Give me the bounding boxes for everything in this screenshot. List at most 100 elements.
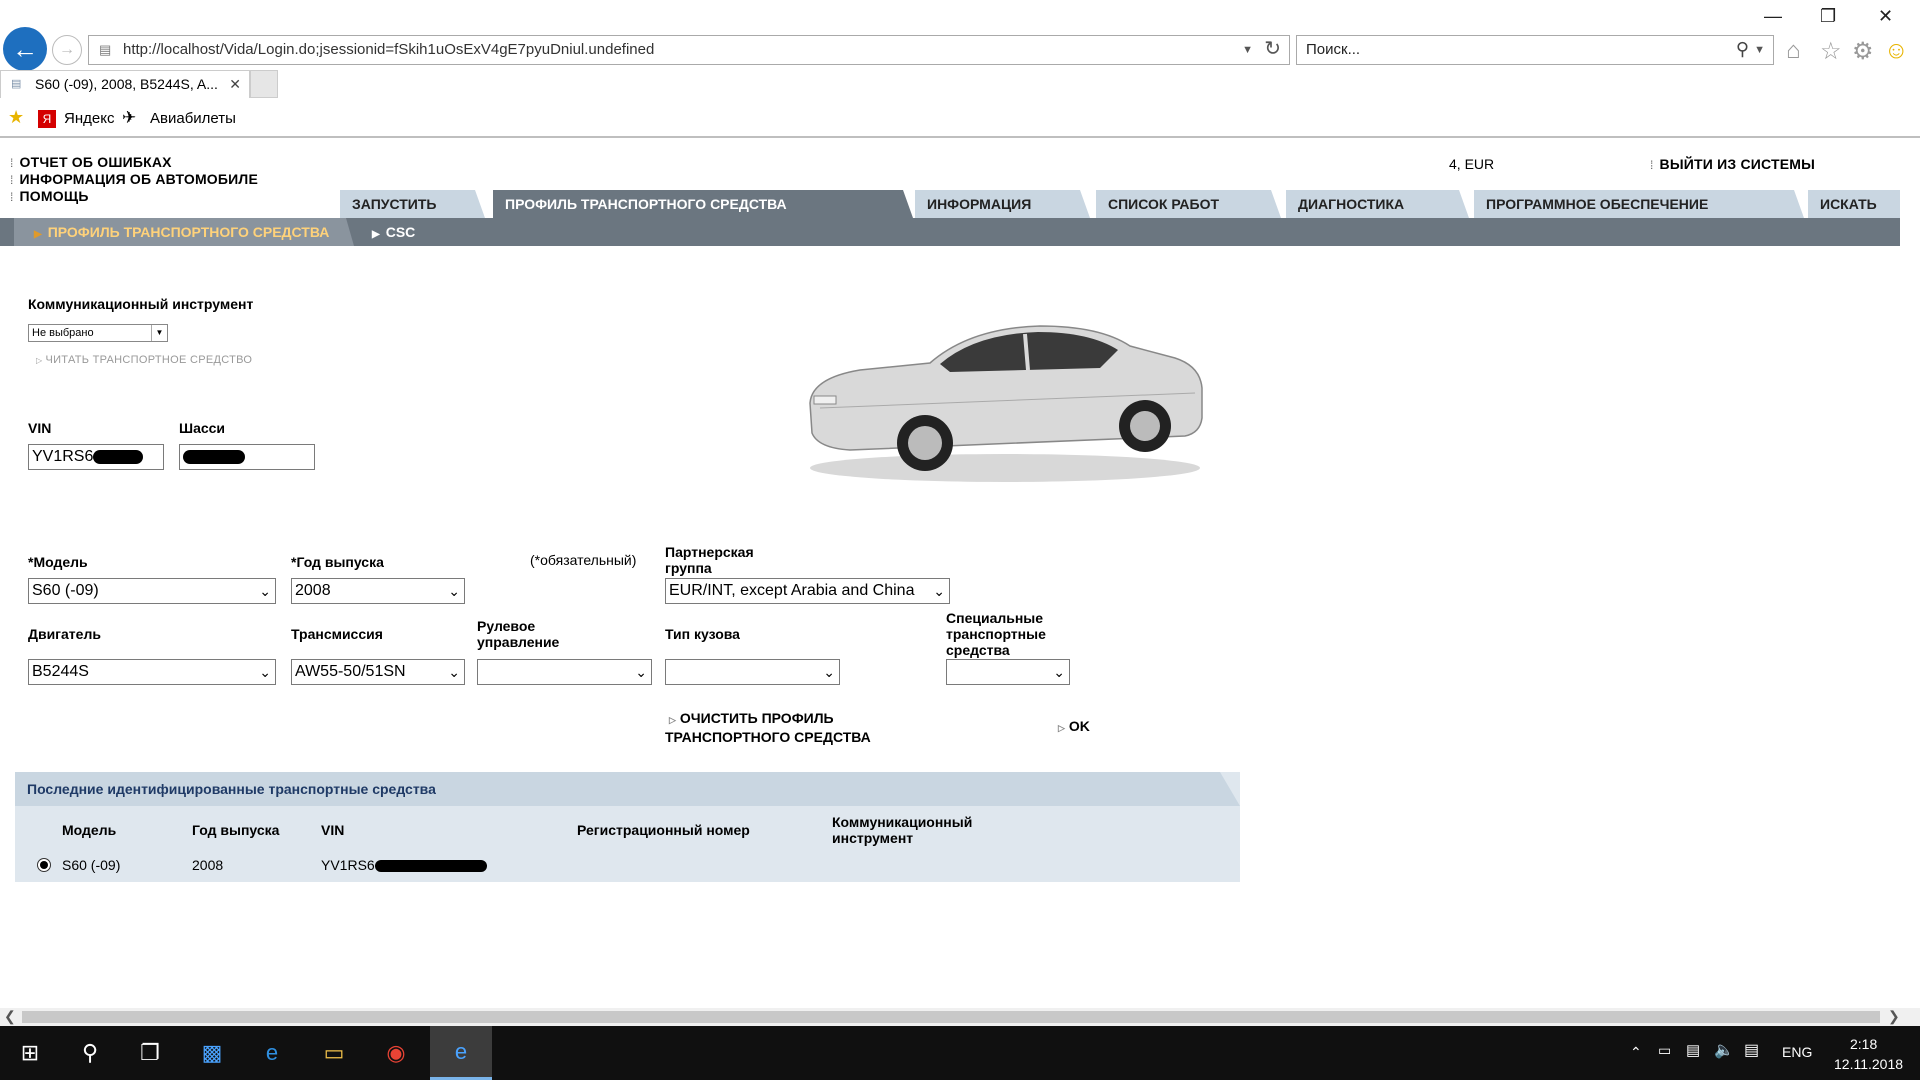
network-icon[interactable]: ▤ (1686, 1041, 1700, 1059)
edge-icon: e (265, 1040, 279, 1065)
tab-title: S60 (-09), 2008, B5244S, A... (35, 76, 218, 92)
chassis-field[interactable] (179, 444, 315, 470)
vehicle-image (809, 325, 1203, 482)
subtab-csc-label: CSC (385, 224, 416, 240)
comm-tool-label: Коммуникационный инструмент (28, 296, 254, 312)
scrollbar-thumb[interactable] (22, 1011, 1880, 1023)
body-type-select[interactable]: ⌄ (665, 659, 840, 685)
model-label: *Модель (28, 554, 88, 570)
logout-link[interactable]: ВЫЙТИ ИЗ СИСТЕМЫ (1650, 156, 1815, 172)
app-chrome[interactable]: ◉ (368, 1026, 424, 1080)
main-menu: ЗАПУСТИТЬ ПРОФИЛЬ ТРАНСПОРТНОГО СРЕДСТВА… (0, 190, 1920, 218)
ok-link[interactable]: ▷ OK (1058, 718, 1090, 737)
app-explorer[interactable]: ▭ (306, 1026, 362, 1080)
chevron-down-icon: ⌄ (448, 664, 460, 680)
triangle-right-icon: ▶ (34, 229, 42, 240)
app-edge[interactable]: e (244, 1026, 300, 1080)
search-icon[interactable]: ⚲ (1736, 35, 1749, 63)
search-input[interactable]: Поиск... ⚲ ▼ (1296, 35, 1774, 65)
back-button[interactable]: ← (3, 27, 47, 71)
clock-date[interactable]: 12.11.2018 (1834, 1056, 1903, 1072)
engine-value: B5244S (32, 663, 89, 680)
tab-software[interactable]: ПРОГРАММНОЕ ОБЕСПЕЧЕНИЕ (1474, 190, 1804, 218)
favorites-star-icon[interactable]: ★ (8, 107, 24, 128)
forward-button[interactable]: → (52, 35, 82, 65)
vehicle-info-link[interactable]: ИНФОРМАЦИЯ ОБ АВТОМОБИЛЕ (10, 171, 258, 187)
tab-vehicle-profile[interactable]: ПРОФИЛЬ ТРАНСПОРТНОГО СРЕДСТВА (493, 190, 913, 218)
radio-button[interactable] (37, 858, 51, 872)
steering-select[interactable]: ⌄ (477, 659, 652, 685)
close-icon[interactable]: ✕ (229, 71, 241, 97)
row-vin-value: YV1RS6 (321, 857, 375, 873)
partner-label-2: группа (665, 560, 712, 576)
comm-tool-select[interactable]: Не выбрано ▼ (28, 324, 168, 342)
subtab-csc[interactable]: ▶ CSC (372, 218, 415, 246)
sub-menu: ▶ ПРОФИЛЬ ТРАНСПОРТНОГО СРЕДСТВА ▶ CSC (0, 218, 1920, 246)
chevron-right-icon[interactable]: ❯ (1888, 1008, 1900, 1025)
chevron-down-icon: ▼ (151, 325, 167, 341)
new-tab-button[interactable] (250, 70, 278, 98)
error-report-link[interactable]: ОТЧЕТ ОБ ОШИБКАХ (10, 154, 172, 170)
notification-icon[interactable]: ▤ (1744, 1040, 1759, 1060)
browser-chrome: ← → ▤ http://localhost/Vida/Login.do;jse… (0, 0, 1920, 138)
tab-start[interactable]: ЗАПУСТИТЬ (340, 190, 485, 218)
address-bar[interactable]: ▤ http://localhost/Vida/Login.do;jsessio… (88, 35, 1290, 65)
app-internet-explorer[interactable]: e (430, 1026, 492, 1080)
home-icon[interactable]: ⌂ (1786, 37, 1801, 65)
yandex-icon: Я (38, 110, 56, 128)
tab-work-list[interactable]: СПИСОК РАБОТ (1096, 190, 1281, 218)
browser-tab[interactable]: ▤ S60 (-09), 2008, B5244S, A... ✕ (0, 70, 250, 98)
transmission-label: Трансмиссия (291, 626, 383, 642)
start-button[interactable]: ⊞ (0, 1026, 60, 1080)
row-vin: YV1RS6 (321, 857, 487, 873)
chevron-down-icon: ⌄ (259, 583, 271, 599)
vertical-scrollbar[interactable] (1900, 138, 1920, 1008)
row-model: S60 (-09) (62, 857, 121, 873)
chevron-up-icon[interactable]: ⌃ (1630, 1044, 1642, 1061)
partner-group-select[interactable]: EUR/INT, except Arabia and China ⌄ (665, 578, 950, 604)
read-vehicle-link[interactable]: ▷ ЧИТАТЬ ТРАНСПОРТНОЕ СРЕДСТВО (36, 354, 252, 366)
special-label-3: средства (946, 642, 1010, 658)
star-icon[interactable]: ☆ (1820, 37, 1842, 66)
chevron-down-icon: ⌄ (635, 664, 647, 680)
refresh-icon[interactable]: ↻ (1264, 35, 1281, 63)
engine-select[interactable]: B5244S ⌄ (28, 659, 276, 685)
partner-group-value: EUR/INT, except Arabia and China (669, 582, 915, 599)
horizontal-scrollbar[interactable]: ❮ ❯ (0, 1008, 1920, 1026)
subtab-vehicle-profile-label: ПРОФИЛЬ ТРАНСПОРТНОГО СРЕДСТВА (47, 224, 330, 240)
close-icon[interactable]: ✕ (1878, 6, 1893, 27)
favorite-yandex[interactable]: Яндекс (64, 110, 114, 127)
read-vehicle-label: ЧИТАТЬ ТРАНСПОРТНОЕ СРЕДСТВО (45, 354, 253, 366)
page-icon: ▤ (99, 42, 112, 57)
favorite-avia[interactable]: Авиабилеты (150, 110, 236, 127)
minimize-icon[interactable]: — (1764, 6, 1782, 27)
year-select[interactable]: 2008 ⌄ (291, 578, 465, 604)
steering-label-2: управление (477, 634, 560, 650)
ok-label: OK (1068, 718, 1090, 734)
language-indicator[interactable]: ENG (1782, 1044, 1812, 1060)
gear-icon[interactable]: ⚙ (1852, 37, 1874, 66)
chevron-down-icon[interactable]: ▼ (1754, 36, 1765, 64)
subtab-vehicle-profile[interactable]: ▶ ПРОФИЛЬ ТРАНСПОРТНОГО СРЕДСТВА (14, 218, 354, 246)
restore-icon[interactable]: ❐ (1820, 6, 1836, 27)
clock-time[interactable]: 2:18 (1850, 1036, 1877, 1052)
search-button[interactable]: ⚲ (62, 1026, 118, 1080)
smiley-icon[interactable]: ☺ (1884, 37, 1909, 65)
clear-profile-link[interactable]: ▷ ОЧИСТИТЬ ПРОФИЛЬ ТРАНСПОРТНОГО СРЕДСТВА (665, 710, 871, 746)
volume-icon[interactable]: 🔈 (1714, 1040, 1734, 1060)
folder-icon: ▭ (323, 1040, 345, 1065)
chevron-left-icon[interactable]: ❮ (4, 1008, 16, 1025)
body-type-label: Тип кузова (665, 626, 740, 642)
transmission-select[interactable]: AW55-50/51SN ⌄ (291, 659, 465, 685)
battery-icon[interactable]: ▭ (1658, 1042, 1671, 1059)
partner-label-1: Партнерская (665, 544, 754, 560)
tab-information[interactable]: ИНФОРМАЦИЯ (915, 190, 1090, 218)
vin-field[interactable]: YV1RS6 (28, 444, 164, 470)
model-select[interactable]: S60 (-09) ⌄ (28, 578, 276, 604)
special-vehicles-select[interactable]: ⌄ (946, 659, 1070, 685)
app-contacts[interactable]: ▩ (184, 1026, 240, 1080)
chevron-down-icon[interactable]: ▼ (1242, 36, 1253, 64)
task-view-button[interactable]: ❐ (122, 1026, 178, 1080)
tab-diagnostics[interactable]: ДИАГНОСТИКА (1286, 190, 1469, 218)
col-model: Модель (62, 822, 117, 838)
